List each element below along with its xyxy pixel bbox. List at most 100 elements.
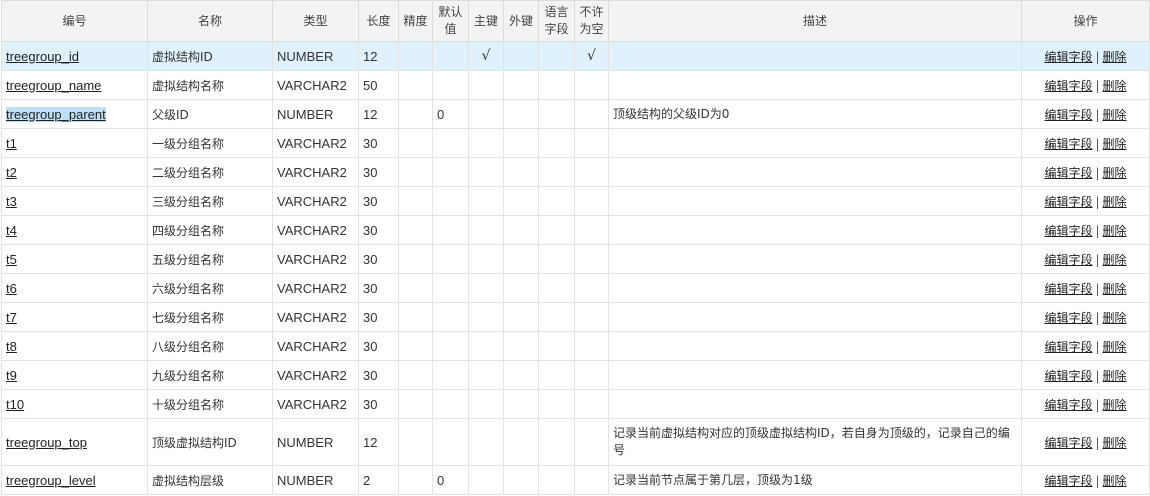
field-default [432, 389, 469, 419]
field-code-link[interactable]: t7 [6, 310, 17, 325]
field-not-null [574, 215, 609, 245]
field-description [608, 331, 1022, 361]
delete-field-link[interactable]: 删除 [1103, 224, 1127, 238]
field-code-link[interactable]: t4 [6, 223, 17, 238]
field-description: 记录当前节点属于第几层，顶级为1级 [608, 465, 1022, 495]
field-code-link[interactable]: treegroup_top [6, 435, 87, 450]
field-code-link[interactable]: t9 [6, 368, 17, 383]
header-operations: 操作 [1021, 0, 1150, 42]
field-code-link[interactable]: t3 [6, 194, 17, 209]
edit-field-link[interactable]: 编辑字段 [1044, 50, 1092, 64]
field-foreign-key [503, 99, 539, 129]
table-row[interactable]: t6 六级分组名称 VARCHAR2 30 编辑字段 | 删除 [1, 273, 1150, 303]
edit-field-link[interactable]: 编辑字段 [1044, 436, 1092, 450]
delete-field-link[interactable]: 删除 [1103, 398, 1127, 412]
delete-field-link[interactable]: 删除 [1103, 340, 1127, 354]
field-language [538, 244, 575, 274]
field-code-link[interactable]: treegroup_parent [6, 106, 106, 122]
table-row[interactable]: t9 九级分组名称 VARCHAR2 30 编辑字段 | 删除 [1, 360, 1150, 390]
delete-field-link[interactable]: 删除 [1103, 311, 1127, 325]
table-row[interactable]: t2 二级分组名称 VARCHAR2 30 编辑字段 | 删除 [1, 157, 1150, 187]
table-row[interactable]: t8 八级分组名称 VARCHAR2 30 编辑字段 | 删除 [1, 331, 1150, 361]
delete-field-link[interactable]: 删除 [1103, 282, 1127, 296]
table-row[interactable]: treegroup_id 虚拟结构ID NUMBER 12 √ √ 编辑字段 | 删除 [1, 41, 1150, 71]
delete-field-link[interactable]: 删除 [1103, 137, 1127, 151]
field-code-link[interactable]: treegroup_id [6, 49, 79, 64]
field-operations: 编辑字段 | 删除 [1021, 465, 1150, 495]
edit-field-link[interactable]: 编辑字段 [1044, 369, 1092, 383]
field-language [538, 389, 575, 419]
table-row[interactable]: t4 四级分组名称 VARCHAR2 30 编辑字段 | 删除 [1, 215, 1150, 245]
field-default [432, 331, 469, 361]
header-length: 长度 [358, 0, 399, 42]
table-row[interactable]: t3 三级分组名称 VARCHAR2 30 编辑字段 | 删除 [1, 186, 1150, 216]
field-description [608, 244, 1022, 274]
field-code-link[interactable]: treegroup_name [6, 78, 101, 93]
field-primary-key: √ [468, 41, 504, 71]
field-primary-key [468, 389, 504, 419]
field-operations: 编辑字段 | 删除 [1021, 389, 1150, 419]
field-primary-key [468, 302, 504, 332]
delete-field-link[interactable]: 删除 [1103, 166, 1127, 180]
delete-field-link[interactable]: 删除 [1103, 474, 1127, 488]
field-operations: 编辑字段 | 删除 [1021, 273, 1150, 303]
table-row[interactable]: treegroup_top 顶级虚拟结构ID NUMBER 12 记录当前虚拟结构对应的… [1, 418, 1150, 466]
field-not-null [574, 70, 609, 100]
delete-field-link[interactable]: 删除 [1103, 50, 1127, 64]
field-code-link[interactable]: treegroup_level [6, 473, 96, 488]
field-default: 0 [432, 99, 469, 129]
table-row[interactable]: treegroup_name 虚拟结构名称 VARCHAR2 50 编辑字段 | 删除 [1, 70, 1150, 100]
delete-field-link[interactable]: 删除 [1103, 253, 1127, 267]
edit-field-link[interactable]: 编辑字段 [1044, 108, 1092, 122]
edit-field-link[interactable]: 编辑字段 [1044, 253, 1092, 267]
edit-field-link[interactable]: 编辑字段 [1044, 79, 1092, 93]
edit-field-link[interactable]: 编辑字段 [1044, 195, 1092, 209]
field-description [608, 70, 1022, 100]
field-code-link[interactable]: t6 [6, 281, 17, 296]
field-operations: 编辑字段 | 删除 [1021, 244, 1150, 274]
edit-field-link[interactable]: 编辑字段 [1044, 166, 1092, 180]
field-code-link[interactable]: t8 [6, 339, 17, 354]
field-not-null [574, 331, 609, 361]
field-default [432, 244, 469, 274]
delete-field-link[interactable]: 删除 [1103, 369, 1127, 383]
field-primary-key [468, 157, 504, 187]
field-foreign-key [503, 302, 539, 332]
table-row[interactable]: t7 七级分组名称 VARCHAR2 30 编辑字段 | 删除 [1, 302, 1150, 332]
edit-field-link[interactable]: 编辑字段 [1044, 340, 1092, 354]
delete-field-link[interactable]: 删除 [1103, 195, 1127, 209]
delete-field-link[interactable]: 删除 [1103, 436, 1127, 450]
field-precision [398, 157, 433, 187]
field-length: 30 [358, 302, 399, 332]
field-language [538, 331, 575, 361]
table-row[interactable]: treegroup_level 虚拟结构层级 NUMBER 2 0 记录当前节点属于第几层… [1, 465, 1150, 495]
field-length: 30 [358, 273, 399, 303]
delete-field-link[interactable]: 删除 [1103, 79, 1127, 93]
field-code-link[interactable]: t10 [6, 397, 24, 412]
field-operations: 编辑字段 | 删除 [1021, 360, 1150, 390]
edit-field-link[interactable]: 编辑字段 [1044, 398, 1092, 412]
table-row[interactable]: t1 一级分组名称 VARCHAR2 30 编辑字段 | 删除 [1, 128, 1150, 158]
delete-field-link[interactable]: 删除 [1103, 108, 1127, 122]
field-foreign-key [503, 273, 539, 303]
action-separator: | [1095, 136, 1100, 151]
field-length: 30 [358, 244, 399, 274]
table-row[interactable]: t10 十级分组名称 VARCHAR2 30 编辑字段 | 删除 [1, 389, 1150, 419]
field-default [432, 215, 469, 245]
field-code-link[interactable]: t2 [6, 165, 17, 180]
field-code-link[interactable]: t1 [6, 136, 17, 151]
field-length: 30 [358, 128, 399, 158]
field-not-null: √ [574, 41, 609, 71]
field-precision [398, 273, 433, 303]
edit-field-link[interactable]: 编辑字段 [1044, 282, 1092, 296]
field-operations: 编辑字段 | 删除 [1021, 41, 1150, 71]
table-row[interactable]: t5 五级分组名称 VARCHAR2 30 编辑字段 | 删除 [1, 244, 1150, 274]
field-precision [398, 244, 433, 274]
edit-field-link[interactable]: 编辑字段 [1044, 137, 1092, 151]
edit-field-link[interactable]: 编辑字段 [1044, 311, 1092, 325]
field-code-link[interactable]: t5 [6, 252, 17, 267]
table-row[interactable]: treegroup_parent 父级ID NUMBER 12 0 顶级结构的父级ID为0… [1, 99, 1150, 129]
edit-field-link[interactable]: 编辑字段 [1044, 224, 1092, 238]
field-language [538, 99, 575, 129]
edit-field-link[interactable]: 编辑字段 [1044, 474, 1092, 488]
